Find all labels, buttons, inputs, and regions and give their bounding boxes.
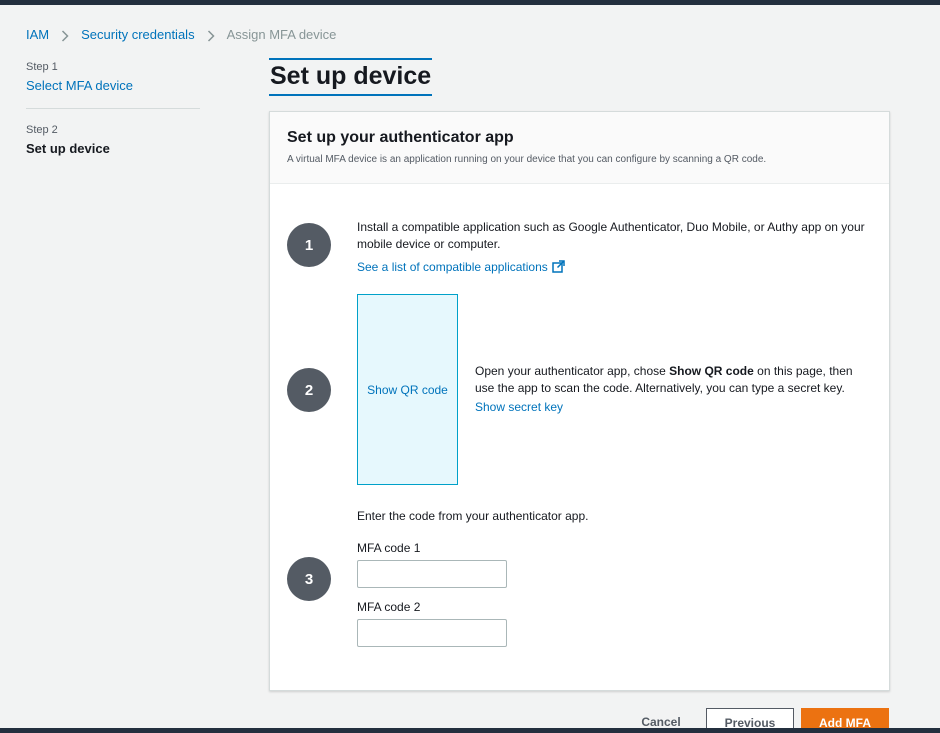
breadcrumb-assign-mfa-device: Assign MFA device [226, 27, 337, 42]
breadcrumb-security-credentials[interactable]: Security credentials [81, 27, 194, 42]
chevron-right-icon [49, 27, 81, 42]
secret-key-link-wrapper: Show secret key [475, 399, 563, 416]
show-qr-code-label: Show QR code [367, 382, 448, 397]
panel-header: Set up your authenticator app A virtual … [270, 112, 889, 184]
show-qr-code-button[interactable]: Show QR code [357, 294, 458, 485]
step-1-link[interactable]: Select MFA device [26, 78, 200, 93]
step-1-label: Step 1 [26, 61, 58, 73]
mfa-code-1-label: MFA code 1 [357, 541, 421, 555]
step-number-1: 1 [287, 223, 331, 267]
compatible-apps-link[interactable]: See a list of compatible applications [357, 260, 548, 274]
scan-qr-instructions: Open your authenticator app, chose Show … [475, 363, 875, 397]
compatible-apps-link-wrapper: See a list of compatible applications [357, 259, 565, 276]
step-number-2: 2 [287, 368, 331, 412]
mfa-code-2-label: MFA code 2 [357, 600, 421, 614]
external-link-icon [552, 260, 565, 273]
wizard-step-1: Step 1 Select MFA device [26, 61, 200, 109]
step-2-title: Set up device [26, 141, 110, 156]
breadcrumb-iam[interactable]: IAM [26, 27, 49, 42]
top-bar [0, 0, 940, 5]
mfa-code-1-input[interactable] [357, 560, 507, 588]
wizard-steps-nav: Step 1 Select MFA device Step 2 Set up d… [26, 61, 200, 156]
authenticator-setup-panel: Set up your authenticator app A virtual … [269, 111, 890, 691]
chevron-right-icon [195, 27, 227, 42]
scan-text-before: Open your authenticator app, chose [475, 364, 670, 378]
install-app-text: Install a compatible application such as… [357, 220, 865, 251]
panel-title: Set up your authenticator app [287, 129, 514, 146]
bottom-bar [0, 728, 940, 733]
enter-code-instruction: Enter the code from your authenticator a… [357, 509, 589, 523]
wizard-step-2: Step 2 Set up device [26, 109, 200, 156]
breadcrumb: IAM Security credentials Assign MFA devi… [26, 27, 336, 42]
step-number-3: 3 [287, 557, 331, 601]
panel-description: A virtual MFA device is an application r… [287, 154, 767, 165]
mfa-code-2-input[interactable] [357, 619, 507, 647]
step-2-label: Step 2 [26, 124, 58, 136]
scan-text-bold: Show QR code [669, 364, 754, 378]
show-secret-key-link[interactable]: Show secret key [475, 400, 563, 414]
page-title: Set up device [269, 58, 433, 96]
